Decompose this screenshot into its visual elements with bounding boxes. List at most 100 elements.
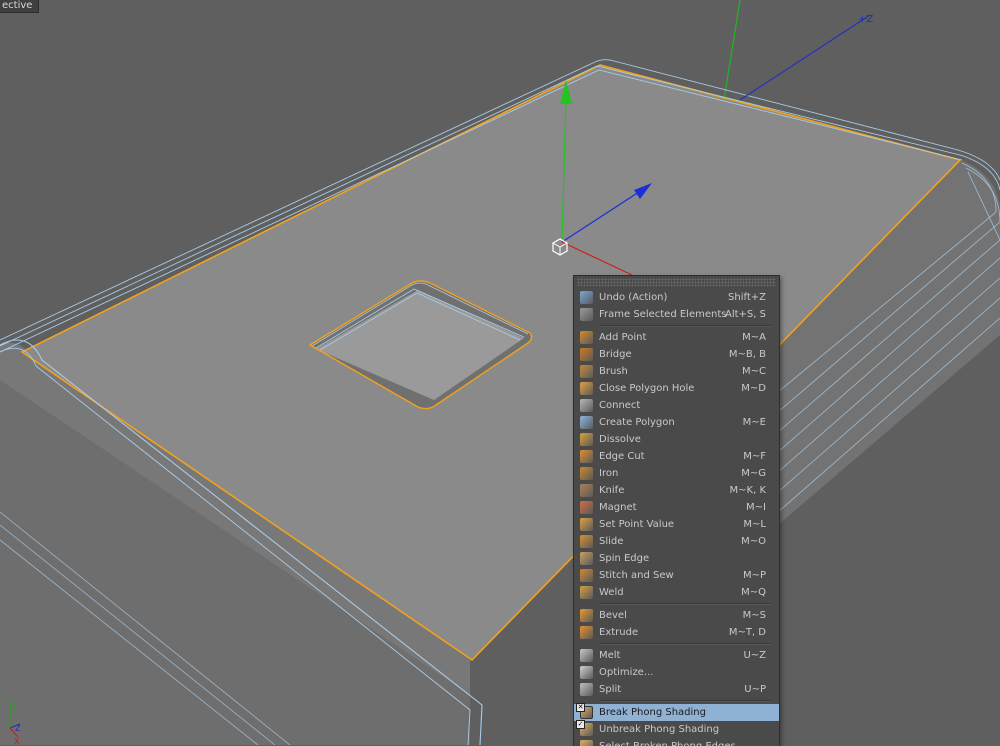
- menu-item-label: Add Point: [599, 332, 647, 343]
- menu-item-label: Weld: [599, 587, 624, 598]
- state-checkbox-icon: ✕: [576, 703, 585, 712]
- menu-item-bevel[interactable]: Bevel M~S: [574, 607, 779, 624]
- menu-item-label: Slide: [599, 536, 624, 547]
- menu-item-set-point-value[interactable]: Set Point Value M~L: [574, 516, 779, 533]
- brush-icon: [580, 365, 593, 378]
- menu-item-shortcut: M~L: [743, 519, 766, 530]
- menu-item-shortcut: M~F: [743, 451, 766, 462]
- menu-item-shortcut: M~O: [741, 536, 766, 547]
- menu-item-label: Extrude: [599, 627, 639, 638]
- menu-item-break-phong-shading[interactable]: ✕ Break Phong Shading: [574, 703, 779, 721]
- bridge-icon: [580, 348, 593, 361]
- menu-separator: [599, 325, 771, 327]
- menu-item-edge-cut[interactable]: Edge Cut M~F: [574, 448, 779, 465]
- menu-item-label: Set Point Value: [599, 519, 675, 530]
- iron-icon: [580, 467, 593, 480]
- menu-item-split[interactable]: Split U~P: [574, 681, 779, 698]
- menu-item-shortcut: Alt+S, S: [725, 309, 766, 320]
- connect-icon: [580, 399, 593, 412]
- menu-item-extrude[interactable]: Extrude M~T, D: [574, 624, 779, 641]
- menu-item-label: Iron: [599, 468, 619, 479]
- menu-item-label: Break Phong Shading: [599, 707, 706, 718]
- create-polygon-icon: [580, 416, 593, 429]
- 3d-viewport[interactable]: +Z Y Z X: [0, 0, 1000, 745]
- slide-icon: [580, 535, 593, 548]
- menu-item-unbreak-phong-shading[interactable]: ✓ Unbreak Phong Shading: [574, 720, 779, 738]
- menu-item-shortcut: M~Q: [741, 587, 766, 598]
- menu-item-label: Edge Cut: [599, 451, 645, 462]
- svg-text:Z: Z: [15, 724, 21, 733]
- menu-item-shortcut: M~K, K: [729, 485, 766, 496]
- menu-item-shortcut: M~S: [742, 610, 766, 621]
- melt-icon: [580, 649, 593, 662]
- menu-item-label: Unbreak Phong Shading: [599, 724, 720, 735]
- viewport-title: ective: [0, 0, 40, 13]
- menu-item-create-polygon[interactable]: Create Polygon M~E: [574, 414, 779, 431]
- menu-item-label: Bevel: [599, 610, 627, 621]
- magnet-icon: [580, 501, 593, 514]
- menu-items: Undo (Action) Shift+Z Frame Selected Eleme…: [574, 289, 779, 746]
- extrude-icon: [580, 626, 593, 639]
- menu-item-shortcut: M~T, D: [728, 627, 766, 638]
- knife-icon: [580, 484, 593, 497]
- menu-item-label: Melt: [599, 650, 621, 661]
- menu-item-shortcut: M~D: [741, 383, 766, 394]
- menu-item-label: Spin Edge: [599, 553, 650, 564]
- menu-item-label: Close Polygon Hole: [599, 383, 695, 394]
- context-menu[interactable]: Undo (Action) Shift+Z Frame Selected Eleme…: [573, 275, 780, 746]
- set-point-value-icon: [580, 518, 593, 531]
- menu-item-frame-selected-elements[interactable]: Frame Selected Elements Alt+S, S: [574, 306, 779, 323]
- menu-item-label: Magnet: [599, 502, 637, 513]
- menu-item-melt[interactable]: Melt U~Z: [574, 647, 779, 664]
- menu-item-slide[interactable]: Slide M~O: [574, 533, 779, 550]
- menu-item-knife[interactable]: Knife M~K, K: [574, 482, 779, 499]
- menu-separator: [599, 643, 771, 645]
- add-point-icon: [580, 331, 593, 344]
- menu-item-label: Knife: [599, 485, 625, 496]
- split-icon: [580, 683, 593, 696]
- menu-item-add-point[interactable]: Add Point M~A: [574, 329, 779, 346]
- menu-item-shortcut: U~Z: [743, 650, 766, 661]
- undo-icon: [580, 291, 593, 304]
- spin-edge-icon: [580, 552, 593, 565]
- menu-item-undo-action[interactable]: Undo (Action) Shift+Z: [574, 289, 779, 306]
- menu-item-shortcut: M~A: [742, 332, 766, 343]
- svg-text:X: X: [14, 737, 20, 745]
- menu-grip-handle[interactable]: [577, 278, 776, 286]
- menu-item-label: Optimize...: [599, 667, 654, 678]
- menu-item-stitch-and-sew[interactable]: Stitch and Sew M~P: [574, 567, 779, 584]
- menu-item-shortcut: U~P: [744, 684, 766, 695]
- menu-item-label: Frame Selected Elements: [599, 309, 727, 320]
- world-z-axis-label: +Z: [858, 14, 873, 25]
- stitch-sew-icon: [580, 569, 593, 582]
- menu-item-dissolve[interactable]: Dissolve: [574, 431, 779, 448]
- frame-icon: [580, 308, 593, 321]
- menu-item-label: Create Polygon: [599, 417, 675, 428]
- weld-icon: [580, 586, 593, 599]
- menu-item-bridge[interactable]: Bridge M~B, B: [574, 346, 779, 363]
- state-checkbox-icon: ✓: [576, 720, 585, 729]
- menu-item-shortcut: M~E: [742, 417, 766, 428]
- menu-item-label: Dissolve: [599, 434, 641, 445]
- bevel-icon: [580, 609, 593, 622]
- menu-item-shortcut: M~I: [746, 502, 766, 513]
- menu-item-close-polygon-hole[interactable]: Close Polygon Hole M~D: [574, 380, 779, 397]
- menu-item-shortcut: M~B, B: [728, 349, 766, 360]
- menu-item-magnet[interactable]: Magnet M~I: [574, 499, 779, 516]
- edge-cut-icon: [580, 450, 593, 463]
- close-hole-icon: [580, 382, 593, 395]
- menu-item-shortcut: M~G: [741, 468, 766, 479]
- menu-item-shortcut: Shift+Z: [728, 292, 766, 303]
- menu-item-label: Undo (Action): [599, 292, 668, 303]
- menu-item-shortcut: M~P: [742, 570, 766, 581]
- menu-item-spin-edge[interactable]: Spin Edge: [574, 550, 779, 567]
- menu-item-connect[interactable]: Connect: [574, 397, 779, 414]
- select-broken-phong-icon: [580, 740, 593, 746]
- menu-item-weld[interactable]: Weld M~Q: [574, 584, 779, 601]
- menu-item-label: Bridge: [599, 349, 632, 360]
- menu-separator: [599, 603, 771, 605]
- menu-item-iron[interactable]: Iron M~G: [574, 465, 779, 482]
- menu-item-optimize[interactable]: Optimize...: [574, 664, 779, 681]
- menu-item-shortcut: M~C: [742, 366, 766, 377]
- menu-item-brush[interactable]: Brush M~C: [574, 363, 779, 380]
